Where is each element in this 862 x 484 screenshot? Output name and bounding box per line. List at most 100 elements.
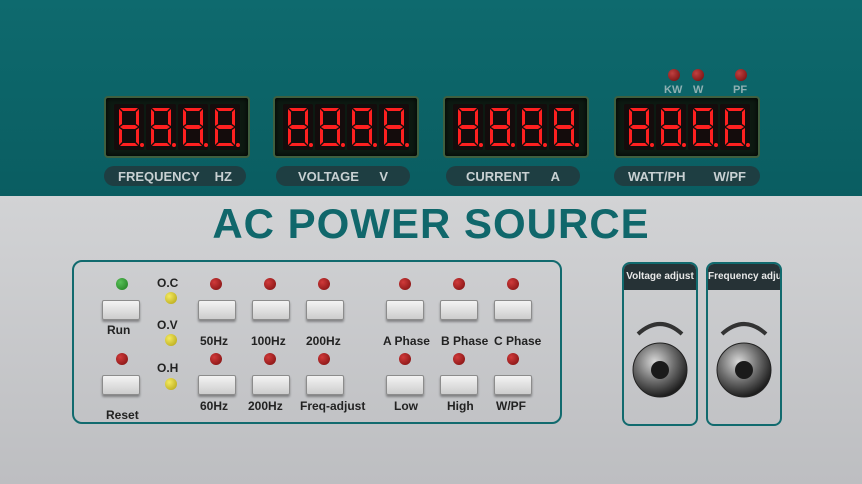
voltage-knob[interactable] (624, 294, 696, 414)
watt-digit-3-segment-b (710, 109, 713, 126)
freq-200hz-label: 200Hz (306, 334, 341, 348)
current-display (443, 96, 589, 158)
voltage-digit-1 (283, 104, 313, 150)
voltage-scale-arc (636, 322, 684, 336)
current-label-text: CURRENT (466, 168, 530, 184)
watt-digit-4-segment-a (726, 108, 744, 111)
voltage-label-text: VOLTAGE (298, 168, 359, 184)
frequency-digit-2 (146, 104, 176, 150)
range-wpf-label: W/PF (496, 399, 526, 413)
range-high-label: High (447, 399, 474, 413)
voltage-digit-3-segment-a (353, 108, 371, 111)
voltage-digit-1-segment-b (305, 109, 308, 126)
frequency-adjust-panel: Frequency adjust (706, 262, 782, 426)
frequency-digit-3-segment-d (184, 143, 202, 146)
frequency-scale-arc (720, 322, 768, 336)
watt-digit-1 (624, 104, 654, 150)
watt-digit-1-segment-d (630, 143, 648, 146)
overheat-label: O.H (157, 361, 179, 375)
current-digit-3-segment-d (523, 143, 541, 146)
freq-60hz-button[interactable] (198, 375, 236, 395)
freq-adjust-led (318, 353, 330, 365)
freq-100hz-label: 100Hz (251, 334, 286, 348)
phase-a-button[interactable] (386, 300, 424, 320)
voltage-display (273, 96, 419, 158)
current-digit-3-segment-b (539, 109, 542, 126)
current-digit-1 (453, 104, 483, 150)
phase-c-button[interactable] (494, 300, 532, 320)
pf-indicator-label: PF (733, 84, 748, 96)
watt-digit-4-segment-b (742, 109, 745, 126)
range-wpf-button[interactable] (494, 375, 532, 395)
voltage-digit-1-segment-d (289, 143, 307, 146)
phase-a-led (399, 278, 411, 290)
frequency-digit-3-segment-c (200, 128, 203, 145)
range-high-led (453, 353, 465, 365)
watt-digit-2-segment-c (678, 128, 681, 145)
current-digit-4-segment-d (555, 143, 573, 146)
freq-200hz-alt-led (264, 353, 276, 365)
voltage-digit-4-segment-e (384, 128, 387, 145)
range-wpf-led (507, 353, 519, 365)
current-digit-2 (485, 104, 515, 150)
freq-200hz-alt-label: 200Hz (248, 399, 283, 413)
current-digit-3-decimal-point (543, 143, 547, 147)
voltage-digit-2-segment-g (321, 125, 339, 129)
voltage-digit-1-segment-a (289, 108, 307, 111)
reset-button[interactable] (102, 375, 140, 395)
watt-digit-4-decimal-point (746, 143, 750, 147)
freq-adjust-button[interactable] (306, 375, 344, 395)
watt-digit-3-segment-f (693, 109, 696, 126)
frequency-digit-4-segment-g (216, 125, 234, 129)
watt-digit-4-segment-d (726, 143, 744, 146)
range-low-button[interactable] (386, 375, 424, 395)
watt-digit-3-decimal-point (714, 143, 718, 147)
current-digit-1-segment-f (458, 109, 461, 126)
phase-b-button[interactable] (440, 300, 478, 320)
freq-50hz-button[interactable] (198, 300, 236, 320)
watt-digit-1-segment-g (630, 125, 648, 129)
frequency-digit-3-segment-e (183, 128, 186, 145)
freq-200hz-led (318, 278, 330, 290)
watt-display (614, 96, 760, 158)
watt-digit-4-segment-e (725, 128, 728, 145)
voltage-digit-4-segment-g (385, 125, 403, 129)
current-digit-4 (549, 104, 579, 150)
freq-50hz-label: 50Hz (200, 334, 229, 348)
voltage-digit-3-segment-g (353, 125, 371, 129)
watt-digit-1-decimal-point (650, 143, 654, 147)
current-digit-3-segment-f (522, 109, 525, 126)
voltage-digit-2 (315, 104, 345, 150)
pf-indicator-led (735, 69, 747, 81)
current-label: CURRENT A (446, 166, 580, 186)
watt-digit-3-segment-e (693, 128, 696, 145)
watt-label-text: WATT/PH (628, 168, 686, 184)
frequency-knob[interactable] (708, 294, 780, 414)
w-indicator-label: W (693, 84, 704, 96)
kw-indicator-label: KW (664, 84, 683, 96)
reset-label: Reset (106, 408, 139, 422)
run-label: Run (107, 323, 131, 337)
watt-digit-2-segment-a (662, 108, 680, 111)
frequency-digit-1-segment-g (120, 125, 138, 129)
frequency-digit-4-segment-d (216, 143, 234, 146)
run-button[interactable] (102, 300, 140, 320)
frequency-digit-1-segment-a (120, 108, 138, 111)
watt-digit-3-segment-a (694, 108, 712, 111)
current-digit-2-segment-e (490, 128, 493, 145)
watt-digit-4 (720, 104, 750, 150)
phase-c-led (507, 278, 519, 290)
freq-200hz-alt-button[interactable] (252, 375, 290, 395)
frequency-digit-2-segment-c (168, 128, 171, 145)
current-digit-2-segment-f (490, 109, 493, 126)
voltage-digit-4-segment-b (401, 109, 404, 126)
freq-100hz-button[interactable] (252, 300, 290, 320)
voltage-digit-4 (379, 104, 409, 150)
frequency-digit-3-decimal-point (204, 143, 208, 147)
overvoltage-label: O.V (157, 318, 178, 332)
range-high-button[interactable] (440, 375, 478, 395)
freq-adjust-label: Freq-adjust (300, 399, 366, 413)
current-digit-2-segment-b (507, 109, 510, 126)
freq-200hz-button[interactable] (306, 300, 344, 320)
watt-digit-1-segment-a (630, 108, 648, 111)
